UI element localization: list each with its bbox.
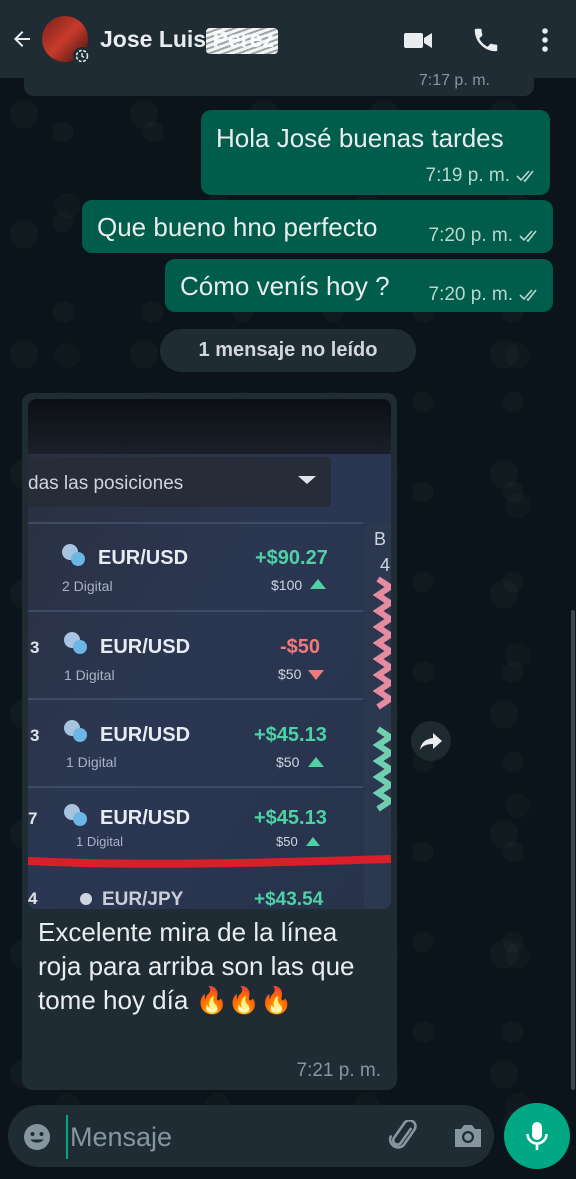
photo-side-label: B xyxy=(374,529,386,549)
outgoing-message-1[interactable]: Hola José buenas tardes 7:19 p. m. xyxy=(201,110,550,195)
redaction-scribble xyxy=(206,27,278,54)
svg-text:4: 4 xyxy=(28,889,38,908)
message-time: 7:17 p. m. xyxy=(418,72,490,89)
message-text: Hola José buenas tardes xyxy=(216,123,504,153)
message-text: Que bueno hno perfecto xyxy=(97,212,378,242)
svg-text:3: 3 xyxy=(30,638,39,657)
attach-icon[interactable] xyxy=(388,1120,422,1154)
double-check-icon xyxy=(519,289,537,302)
arrow-left-icon[interactable] xyxy=(10,27,34,51)
svg-text:7: 7 xyxy=(28,809,37,828)
phone-icon[interactable] xyxy=(471,25,501,55)
svg-text:3: 3 xyxy=(30,726,39,745)
svg-text:$50: $50 xyxy=(276,754,300,770)
message-time: 7:19 p. m. xyxy=(425,165,511,186)
svg-text:EUR/USD: EUR/USD xyxy=(100,636,190,658)
incoming-image-message[interactable]: das las posiciones B 4 EUR/USD 2 Digital… xyxy=(22,393,397,1090)
message-meta: 7:20 p. m. xyxy=(429,284,542,306)
camera-icon[interactable] xyxy=(452,1122,484,1150)
video-call-icon[interactable] xyxy=(402,25,432,55)
photo-side-number: 4 xyxy=(380,555,390,575)
chat-header: Jose Luis Perez xyxy=(0,0,576,78)
message-composer xyxy=(8,1105,494,1167)
svg-text:+$90.27: +$90.27 xyxy=(255,547,328,569)
outgoing-message-3[interactable]: Cómo venís hoy ? 7:20 p. m. xyxy=(165,259,553,312)
svg-text:EUR/JPY: EUR/JPY xyxy=(102,889,184,909)
shared-photo[interactable]: das las posiciones B 4 EUR/USD 2 Digital… xyxy=(28,399,391,909)
message-time: 7:21 p. m. xyxy=(296,1060,382,1081)
message-caption: Excelente mira de la línea roja para arr… xyxy=(38,917,355,1015)
svg-text:1 Digital: 1 Digital xyxy=(76,834,123,849)
scrollbar[interactable] xyxy=(571,610,575,1090)
svg-text:+$45.13: +$45.13 xyxy=(254,807,327,829)
unread-messages-divider: 1 mensaje no leído xyxy=(160,329,416,372)
message-input[interactable] xyxy=(66,1115,372,1159)
svg-text:EUR/USD: EUR/USD xyxy=(98,547,188,569)
red-marker-line xyxy=(28,855,391,868)
contact-name[interactable]: Jose Luis Perez xyxy=(100,26,278,54)
svg-text:EUR/USD: EUR/USD xyxy=(100,807,190,829)
mic-icon xyxy=(524,1120,550,1152)
svg-text:-$50: -$50 xyxy=(280,636,320,658)
double-check-icon xyxy=(519,230,537,243)
svg-text:$50: $50 xyxy=(276,834,298,849)
svg-text:+$43.54: +$43.54 xyxy=(254,889,324,909)
svg-text:+$45.13: +$45.13 xyxy=(254,724,327,746)
avatar[interactable] xyxy=(42,16,91,65)
svg-text:EUR/USD: EUR/USD xyxy=(100,724,190,746)
svg-text:1 Digital: 1 Digital xyxy=(66,754,117,770)
message-meta: 7:19 p. m. xyxy=(426,165,539,187)
emoji-icon[interactable] xyxy=(22,1122,52,1152)
forward-icon[interactable] xyxy=(411,721,451,761)
svg-text:$50: $50 xyxy=(278,666,302,682)
message-meta: 7:20 p. m. xyxy=(429,225,542,247)
message-time: 7:20 p. m. xyxy=(428,284,514,305)
previous-message-bubble[interactable]: 7:17 p. m. xyxy=(24,72,534,96)
svg-text:$100: $100 xyxy=(271,577,302,593)
outgoing-message-2[interactable]: Que bueno hno perfecto 7:20 p. m. xyxy=(82,200,553,253)
svg-text:2 Digital: 2 Digital xyxy=(62,578,113,594)
svg-text:1 Digital: 1 Digital xyxy=(64,667,115,683)
message-text: Cómo venís hoy ? xyxy=(180,271,390,301)
double-check-icon xyxy=(516,170,534,183)
voice-record-button[interactable] xyxy=(504,1103,570,1169)
photo-dropdown-label: das las posiciones xyxy=(28,473,183,494)
status-clock-icon xyxy=(73,47,91,65)
more-vert-icon[interactable] xyxy=(530,25,560,55)
message-time: 7:20 p. m. xyxy=(428,225,514,246)
